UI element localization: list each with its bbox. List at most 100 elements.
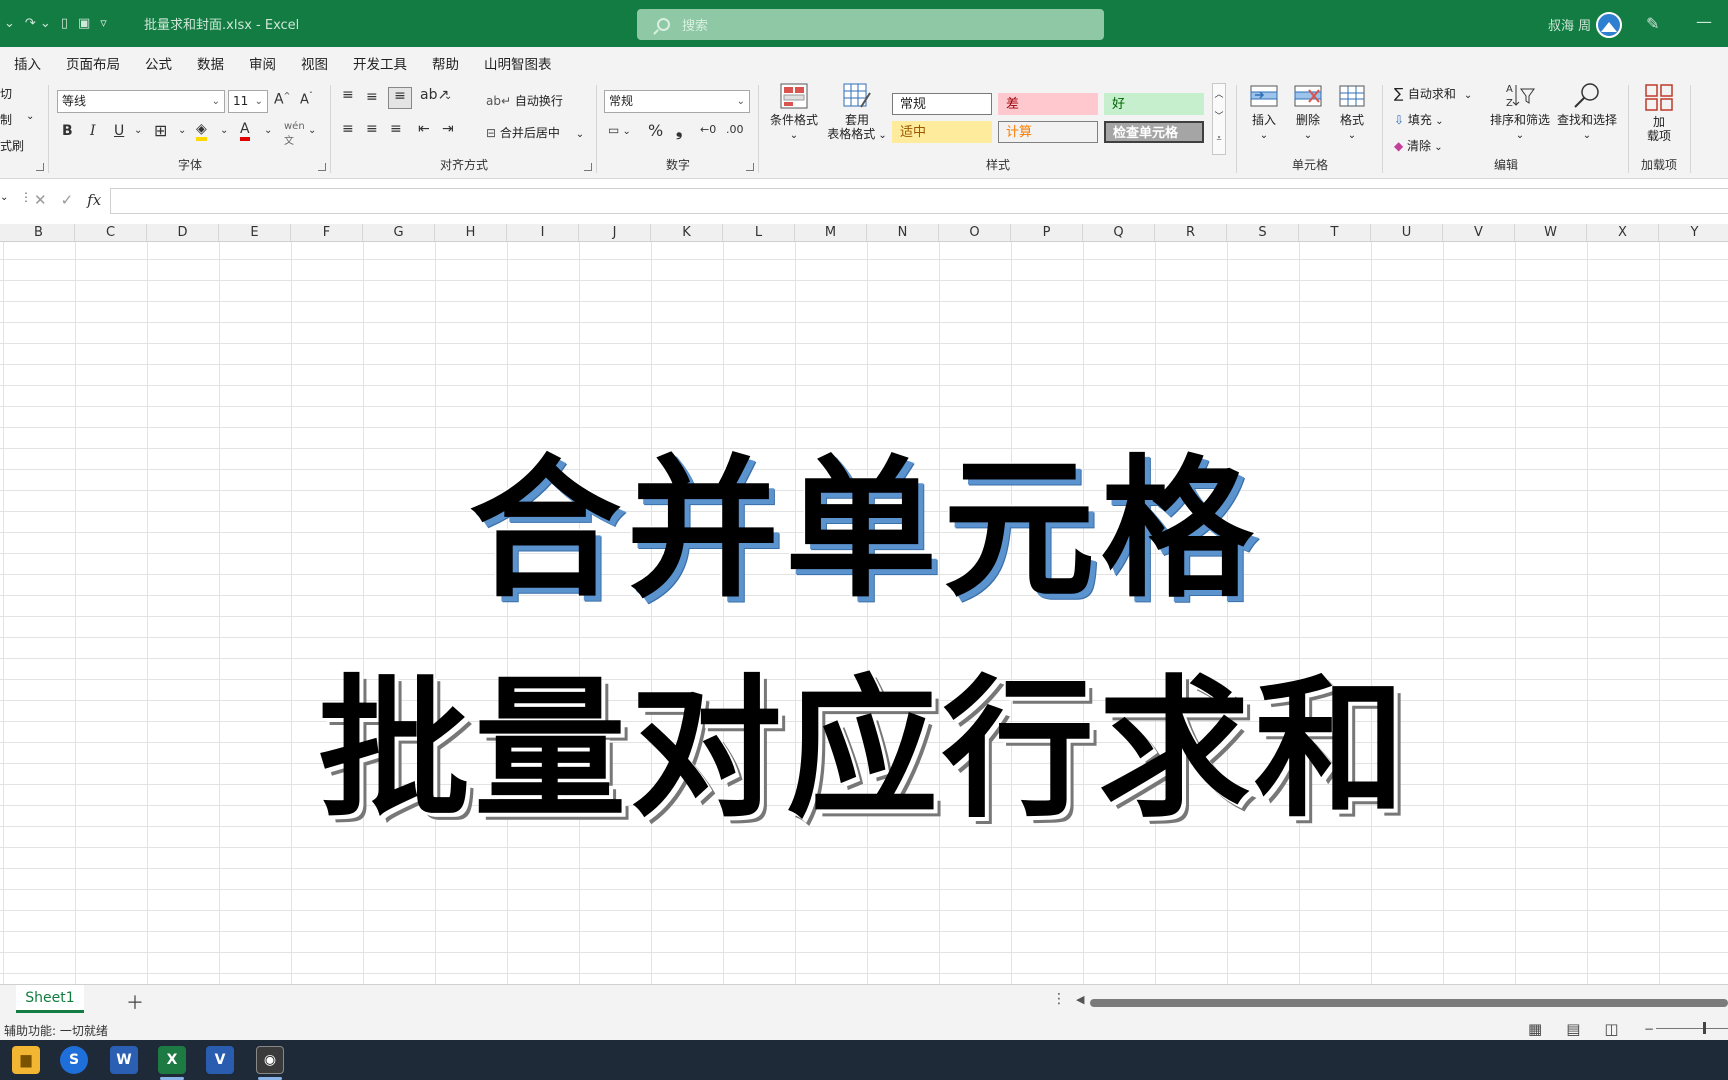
tab-formulas[interactable]: 公式: [145, 53, 172, 73]
tab-split-handle-icon[interactable]: ⋮: [1052, 991, 1066, 1007]
format-cells-button[interactable]: 格式 ⌄: [1332, 83, 1372, 143]
more-options-icon[interactable]: ⋮: [20, 190, 32, 204]
add-sheet-icon[interactable]: ＋: [126, 989, 144, 1015]
accounting-format-icon[interactable]: ▭ ⌄: [608, 123, 631, 137]
font-name-select[interactable]: 等线 ⌄: [57, 90, 225, 113]
italic-button[interactable]: I: [90, 123, 96, 139]
cell-style-5[interactable]: 计算: [998, 121, 1098, 143]
tab-developer[interactable]: 开发工具: [353, 53, 407, 73]
decrease-indent-icon[interactable]: ⇤: [418, 121, 430, 137]
customize-qat-icon[interactable]: ▿: [100, 16, 107, 31]
column-header-m[interactable]: M: [795, 224, 867, 242]
fill-color-icon[interactable]: ◈: [196, 121, 207, 141]
excel-icon[interactable]: X: [158, 1046, 186, 1074]
font-color-icon[interactable]: A: [240, 121, 250, 141]
tab-shanming-charts[interactable]: 山明智图表: [484, 53, 552, 73]
align-top-icon[interactable]: ≡: [342, 87, 354, 103]
borders-icon[interactable]: ⊞: [154, 121, 167, 140]
delete-cells-button[interactable]: 删除 ⌄: [1288, 83, 1328, 143]
column-header-c[interactable]: C: [75, 224, 147, 242]
gallery-up-icon[interactable]: ︿: [1213, 84, 1225, 106]
column-header-y[interactable]: Y: [1659, 224, 1728, 242]
formula-input[interactable]: [110, 188, 1728, 214]
column-header-f[interactable]: F: [291, 224, 363, 242]
column-header-r[interactable]: R: [1155, 224, 1227, 242]
grow-font-icon[interactable]: A^: [274, 91, 290, 108]
font-size-select[interactable]: 11 ⌄: [228, 90, 268, 113]
phonetic-dropdown-icon[interactable]: ⌄: [308, 125, 316, 136]
gallery-more-icon[interactable]: ⩡: [1213, 128, 1225, 150]
print-preview-icon[interactable]: ▯: [61, 16, 68, 31]
page-layout-view-icon[interactable]: ▤: [1566, 1020, 1580, 1038]
horizontal-scrollbar[interactable]: [1090, 999, 1728, 1007]
font-color-dropdown-icon[interactable]: ⌄: [264, 125, 272, 136]
fill-button[interactable]: ⇩ 填充 ⌄: [1394, 111, 1443, 128]
file-explorer-icon[interactable]: ▆: [12, 1046, 40, 1074]
sheet-tab-sheet1[interactable]: Sheet1: [16, 985, 84, 1013]
tab-page-layout[interactable]: 页面布局: [66, 53, 120, 73]
cell-style-6[interactable]: 检查单元格: [1104, 121, 1204, 143]
tab-data[interactable]: 数据: [197, 53, 224, 73]
comma-style-button[interactable]: ❟: [676, 121, 682, 141]
column-header-k[interactable]: K: [651, 224, 723, 242]
cancel-icon[interactable]: ✕: [34, 191, 47, 209]
fill-color-dropdown-icon[interactable]: ⌄: [220, 125, 228, 136]
sogou-browser-icon[interactable]: S: [60, 1046, 88, 1074]
column-header-x[interactable]: X: [1587, 224, 1659, 242]
column-header-q[interactable]: Q: [1083, 224, 1155, 242]
normal-view-icon[interactable]: ▦: [1528, 1020, 1542, 1038]
column-header-j[interactable]: J: [579, 224, 651, 242]
accessibility-status[interactable]: 辅助功能: 一切就绪: [4, 1022, 108, 1039]
bold-button[interactable]: B: [62, 123, 73, 139]
visio-icon[interactable]: V: [206, 1046, 234, 1074]
scroll-left-icon[interactable]: ◀: [1076, 993, 1084, 1006]
underline-dropdown-icon[interactable]: ⌄: [134, 125, 142, 136]
cut-button[interactable]: 剪切: [0, 85, 12, 102]
addins-button[interactable]: 加 载项: [1634, 83, 1684, 143]
zoom-slider[interactable]: [1656, 1028, 1728, 1029]
tab-review[interactable]: 审阅: [249, 53, 276, 73]
merge-center-button[interactable]: ⊟ 合并后居中 ⌄: [486, 124, 584, 141]
align-right-icon[interactable]: ≡: [390, 121, 402, 137]
percent-button[interactable]: %: [648, 121, 663, 140]
format-as-table-button[interactable]: 套用 表格格式 ⌄: [822, 83, 892, 143]
align-middle-icon[interactable]: ≡: [366, 89, 378, 105]
wrap-text-button[interactable]: ab↵ 自动换行: [486, 92, 563, 109]
font-launcher-icon[interactable]: [318, 163, 326, 171]
orientation-dropdown-icon[interactable]: ⌄: [444, 91, 452, 102]
redo-icon[interactable]: ↷ ⌄: [25, 16, 51, 31]
name-box-dropdown-icon[interactable]: ⌄: [0, 192, 8, 203]
sort-filter-button[interactable]: A Z 排序和筛选 ⌄: [1488, 81, 1552, 143]
gallery-scroll[interactable]: ︿ ﹀ ⩡: [1212, 83, 1226, 155]
enter-check-icon[interactable]: ✓: [61, 191, 74, 209]
column-header-u[interactable]: U: [1371, 224, 1443, 242]
column-header-b[interactable]: B: [3, 224, 75, 242]
tab-insert[interactable]: 插入: [14, 53, 41, 73]
column-header-o[interactable]: O: [939, 224, 1011, 242]
designer-pen-icon[interactable]: ✎: [1646, 14, 1659, 33]
screen-recorder-icon[interactable]: ◉: [256, 1046, 284, 1074]
underline-button[interactable]: U: [114, 123, 124, 139]
cell-style-1[interactable]: 常规: [892, 93, 992, 115]
column-header-h[interactable]: H: [435, 224, 507, 242]
user-name[interactable]: 叔海 周: [1548, 15, 1591, 34]
minimize-icon[interactable]: —: [1696, 12, 1712, 31]
avatar[interactable]: [1596, 12, 1622, 38]
column-header-w[interactable]: W: [1515, 224, 1587, 242]
zoom-out-icon[interactable]: −: [1644, 1022, 1654, 1036]
increase-decimal-icon[interactable]: ←0: [700, 123, 716, 136]
clipboard-launcher-icon[interactable]: [36, 163, 44, 171]
align-center-icon[interactable]: ≡: [366, 121, 378, 137]
format-painter-button[interactable]: 格式刷: [0, 137, 24, 154]
column-header-g[interactable]: G: [363, 224, 435, 242]
column-header-d[interactable]: D: [147, 224, 219, 242]
insert-cells-button[interactable]: 插入 ⌄: [1244, 83, 1284, 143]
column-header-l[interactable]: L: [723, 224, 795, 242]
phonetic-guide-icon[interactable]: wén 文: [284, 121, 305, 147]
word-icon[interactable]: W: [110, 1046, 138, 1074]
borders-dropdown-icon[interactable]: ⌄: [178, 125, 186, 136]
column-header-n[interactable]: N: [867, 224, 939, 242]
copy-button[interactable]: 复制: [0, 111, 12, 128]
align-left-icon[interactable]: ≡: [342, 121, 354, 137]
undo-dropdown-icon[interactable]: ⌄: [4, 16, 15, 31]
